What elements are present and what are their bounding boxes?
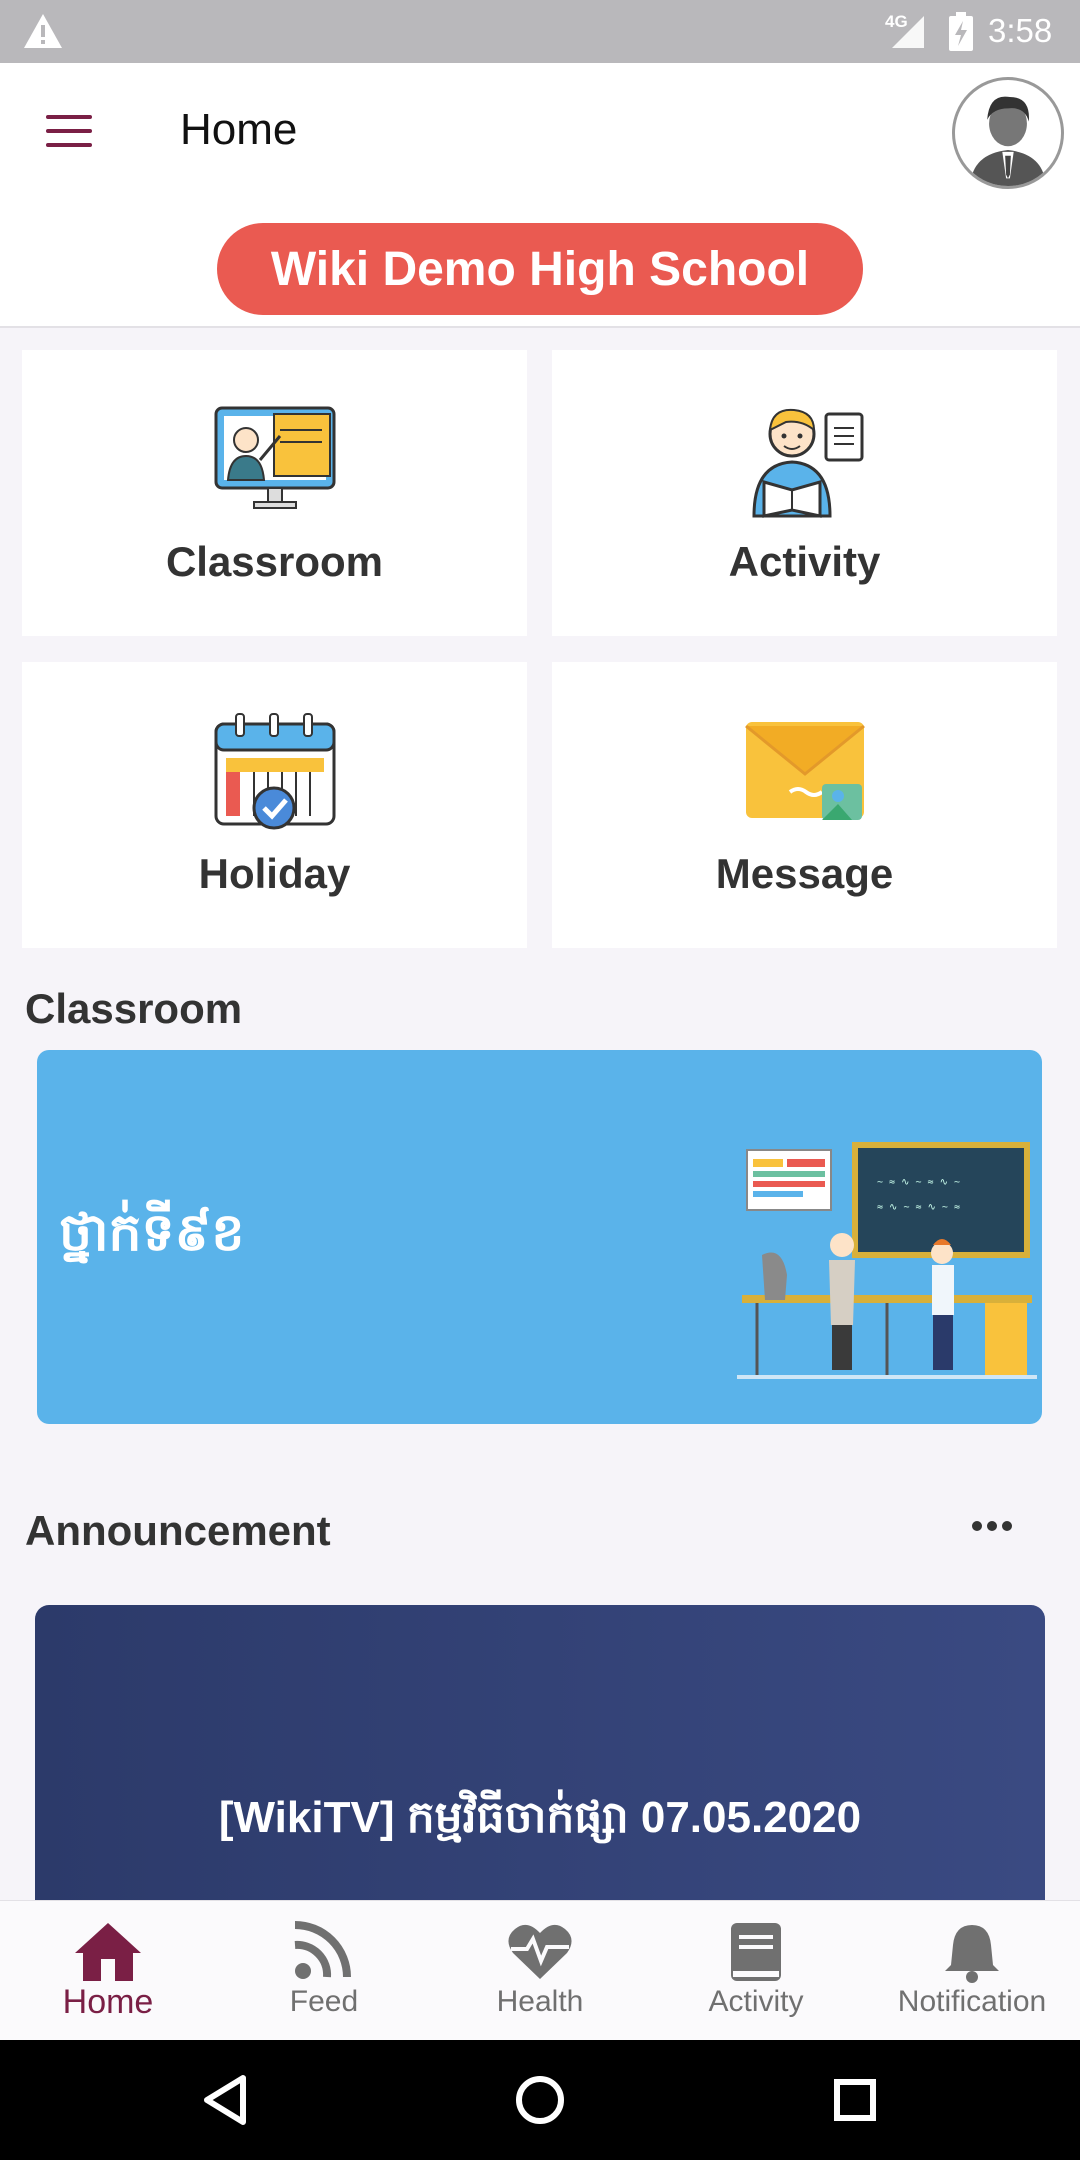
bell-icon (945, 1925, 999, 1983)
classroom-card-name: ថ្នាក់ទី៩ខ (59, 1204, 245, 1262)
classroom-illustration: ~ ≈ ∿ ~ ≈ ∿ ~ ≈ ∿ ~ ≈ ∿ ~ ≈ (737, 1142, 1037, 1379)
student-reading-icon (751, 408, 863, 518)
signal-icon (892, 16, 924, 48)
nav-item-health[interactable]: Health (432, 1901, 648, 2041)
home-circle-icon[interactable] (480, 2040, 600, 2160)
holiday-tile[interactable]: Holiday (22, 662, 527, 948)
activity-tile-label: Activity (728, 538, 881, 585)
bottom-navigation: Home Feed Health Activity Notification (0, 1900, 1080, 2040)
classroom-tile-label: Classroom (165, 538, 384, 585)
warning-icon (24, 14, 62, 48)
nav-label-activity: Activity (708, 1985, 804, 2018)
classroom-teacher-icon (214, 406, 335, 509)
recent-apps-icon[interactable] (795, 2040, 915, 2160)
nav-label-notification: Notification (897, 1985, 1047, 2018)
classroom-section-title: Classroom (25, 985, 243, 1032)
svg-text:~ ≈ ∿ ~ ≈ ∿ ~: ~ ≈ ∿ ~ ≈ ∿ ~ (877, 1177, 960, 1188)
announcement-card-title: [WikiTV] កម្មវិធីចាក់ផ្សា 07.05.2020 (218, 1793, 862, 1842)
nav-item-notification[interactable]: Notification (864, 1901, 1080, 2041)
nav-item-feed[interactable]: Feed (216, 1901, 432, 2041)
rss-feed-icon (294, 1921, 351, 1979)
nav-item-home[interactable]: Home (0, 1901, 216, 2041)
page-title: Home (180, 105, 298, 154)
classroom-card[interactable]: ថ្នាក់ទី៩ខ ~ ≈ ∿ ~ ≈ ∿ ~ ≈ ∿ ~ ≈ ∿ ~ ≈ (37, 1050, 1042, 1424)
more-options-icon[interactable] (972, 1518, 1022, 1548)
book-icon (731, 1923, 781, 1981)
menu-icon[interactable] (46, 115, 92, 151)
status-bar: 4G 3:58 (0, 0, 1080, 63)
school-name-pill[interactable]: Wiki Demo High School (217, 223, 863, 315)
message-tile[interactable]: Message (552, 662, 1057, 948)
svg-text:≈ ∿ ~ ≈ ∿ ~ ≈: ≈ ∿ ~ ≈ ∿ ~ ≈ (877, 1202, 960, 1213)
home-icon (75, 1923, 141, 1981)
heart-pulse-icon (508, 1924, 572, 1979)
activity-tile[interactable]: Activity (552, 350, 1057, 636)
envelope-icon (744, 722, 865, 820)
user-avatar-icon (956, 81, 1060, 186)
battery-charging-icon (949, 12, 973, 51)
back-icon[interactable] (165, 2040, 285, 2160)
announcement-section-title: Announcement (25, 1507, 331, 1554)
calendar-check-icon (214, 713, 335, 830)
classroom-tile[interactable]: Classroom (22, 350, 527, 636)
message-tile-label: Message (715, 850, 894, 897)
nav-item-activity[interactable]: Activity (648, 1901, 864, 2041)
nav-label-feed: Feed (289, 1985, 359, 2018)
nav-label-health: Health (496, 1985, 584, 2018)
app-bar: Home Wiki Demo High School (0, 63, 1080, 328)
clock: 3:58 (988, 12, 1053, 49)
holiday-tile-label: Holiday (198, 850, 351, 897)
announcement-card[interactable]: [WikiTV] កម្មវិធីចាក់ផ្សា 07.05.2020 (35, 1605, 1045, 1905)
avatar[interactable] (952, 77, 1064, 189)
system-navigation-bar (0, 2040, 1080, 2160)
nav-label-home: Home (62, 1983, 154, 2021)
